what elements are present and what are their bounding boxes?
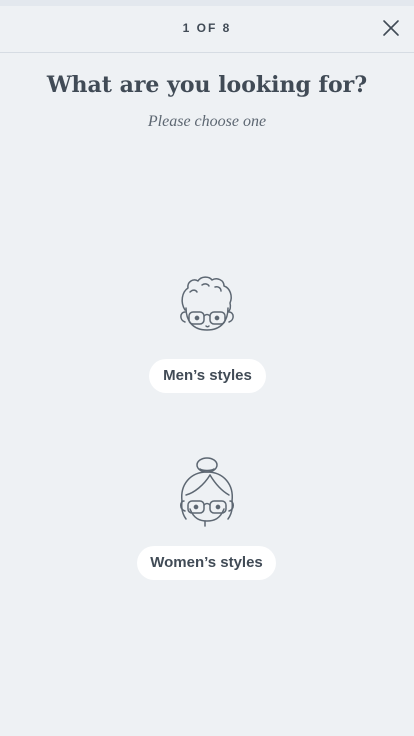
man-face-icon[interactable] bbox=[172, 272, 242, 338]
mens-styles-button[interactable]: Men’s styles bbox=[149, 359, 266, 393]
page-title: What are you looking for? bbox=[46, 72, 368, 98]
womens-styles-button[interactable]: Women’s styles bbox=[137, 546, 276, 580]
step-indicator: 1 OF 8 bbox=[182, 21, 232, 35]
page-subtitle: Please choose one bbox=[147, 113, 267, 130]
header: 1 OF 8 bbox=[0, 6, 414, 53]
close-icon bbox=[383, 20, 399, 36]
woman-face-icon[interactable] bbox=[172, 455, 242, 530]
close-button[interactable] bbox=[382, 19, 400, 37]
